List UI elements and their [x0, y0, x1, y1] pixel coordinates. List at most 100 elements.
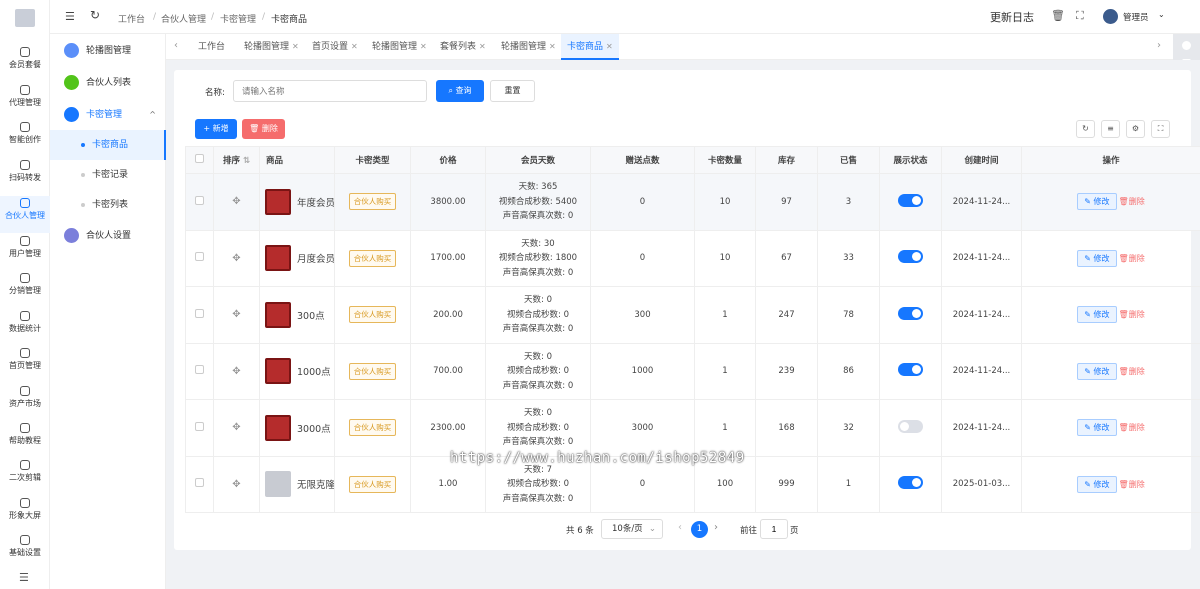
edit-button[interactable]: ✎ 修改 — [1077, 475, 1117, 493]
rail-item-10[interactable]: 帮助教程 — [0, 421, 50, 458]
user-name[interactable]: 管理员 — [1123, 11, 1149, 23]
collapse-menu-icon[interactable]: ☰ — [19, 571, 29, 584]
rail-item-9[interactable]: 资产市场 — [0, 384, 50, 421]
density-icon[interactable]: ≡ — [1101, 120, 1120, 138]
goto-label: 前往 — [740, 526, 758, 536]
batch-delete-button[interactable]: 🗑 删除 — [242, 119, 285, 139]
page-1-button[interactable]: 1 — [691, 521, 708, 538]
tab-1[interactable]: 轮播图管理 ✕ — [238, 34, 305, 60]
fullscreen-icon[interactable]: ⛶ — [1076, 9, 1084, 23]
tabs-scroll-right-icon[interactable]: › — [1157, 40, 1161, 51]
product-thumbnail — [265, 188, 291, 215]
row-checkbox[interactable] — [185, 455, 214, 513]
rail-item-0[interactable]: 会员套餐 — [0, 45, 50, 82]
tab-2[interactable]: 首页设置 ✕ — [306, 34, 364, 60]
drag-handle-icon[interactable]: ✥ — [213, 229, 260, 287]
close-icon[interactable]: ✕ — [351, 42, 358, 51]
avatar[interactable] — [1103, 9, 1118, 24]
status-toggle[interactable] — [898, 193, 923, 207]
price-cell: 700.00 — [410, 342, 486, 400]
submenu-group-card-manage[interactable]: 卡密管理 ^ — [50, 100, 166, 130]
goto-page-input[interactable] — [760, 519, 788, 539]
delete-link[interactable]: 🗑删除 — [1119, 197, 1145, 206]
tab-0[interactable]: 工作台 — [192, 34, 231, 60]
name-search-input[interactable] — [233, 80, 427, 102]
column-settings-icon[interactable]: ⚙ — [1126, 120, 1145, 138]
close-icon[interactable]: ✕ — [549, 42, 556, 51]
name-label: 名称: — [205, 88, 225, 98]
tabs-scroll-left-icon[interactable]: ‹ — [174, 40, 178, 51]
col-sort[interactable]: 排序 ⇅ — [213, 146, 260, 174]
close-icon[interactable]: ✕ — [292, 42, 299, 51]
search-button[interactable]: ⌕ 查询 — [436, 80, 484, 102]
row-checkbox[interactable] — [185, 399, 214, 457]
drag-handle-icon[interactable]: ✥ — [213, 399, 260, 457]
row-checkbox[interactable] — [185, 173, 214, 231]
status-toggle[interactable] — [898, 476, 923, 490]
submenu-item-partner-list[interactable]: 合伙人列表 — [50, 68, 166, 98]
rail-item-1[interactable]: 代理管理 — [0, 83, 50, 120]
tab-6[interactable]: 卡密商品 ✕ — [561, 34, 619, 60]
chevron-down-icon[interactable]: ⌄ — [1158, 10, 1165, 19]
table-refresh-icon[interactable]: ↻ — [1076, 120, 1095, 138]
tab-4[interactable]: 套餐列表 ✕ — [434, 34, 492, 60]
delete-link[interactable]: 🗑删除 — [1119, 367, 1145, 376]
submenu-item-card-records[interactable]: 卡密记录 — [50, 160, 166, 190]
refresh-icon[interactable]: ↻ — [90, 8, 100, 22]
drag-handle-icon[interactable]: ✥ — [213, 286, 260, 344]
collapse-toolbar-icon[interactable] — [1173, 38, 1200, 51]
menu-fold-icon[interactable]: ☰ — [65, 10, 75, 23]
reset-button[interactable]: 重置 — [490, 80, 535, 102]
rail-item-3[interactable]: 扫码转发 — [0, 158, 50, 195]
delete-link[interactable]: 🗑删除 — [1119, 480, 1145, 489]
row-checkbox[interactable] — [185, 342, 214, 400]
trash-icon[interactable]: 🗑 — [1051, 9, 1065, 22]
rail-item-11[interactable]: 二次剪辑 — [0, 458, 50, 495]
breadcrumb-2[interactable]: 卡密管理 — [220, 12, 256, 25]
breadcrumb-0[interactable]: 工作台 — [118, 12, 145, 25]
status-toggle[interactable] — [898, 250, 923, 264]
status-toggle[interactable] — [898, 363, 923, 377]
edit-button[interactable]: ✎ 修改 — [1077, 306, 1117, 324]
rail-item-6[interactable]: 分销管理 — [0, 271, 50, 308]
table-fullscreen-icon[interactable]: ⛶ — [1151, 120, 1170, 138]
drag-handle-icon[interactable]: ✥ — [213, 342, 260, 400]
row-checkbox[interactable] — [185, 229, 214, 287]
select-all-checkbox[interactable] — [185, 146, 214, 174]
delete-link[interactable]: 🗑删除 — [1119, 254, 1145, 263]
next-page-icon[interactable]: › — [714, 522, 718, 533]
changelog-link[interactable]: 更新日志 — [990, 9, 1034, 25]
drag-handle-icon[interactable]: ✥ — [213, 455, 260, 513]
edit-button[interactable]: ✎ 修改 — [1077, 193, 1117, 211]
tab-5[interactable]: 轮播图管理 ✕ — [495, 34, 562, 60]
rail-item-13[interactable]: 基础设置 — [0, 533, 50, 570]
rail-item-12[interactable]: 形象大屏 — [0, 496, 50, 533]
close-icon[interactable]: ✕ — [606, 42, 613, 51]
rail-item-4[interactable]: 合伙人管理 — [0, 196, 50, 233]
rail-item-8[interactable]: 首页管理 — [0, 346, 50, 383]
breadcrumb-1[interactable]: 合伙人管理 — [161, 12, 206, 25]
submenu-item-card-goods[interactable]: 卡密商品 — [50, 130, 166, 160]
prev-page-icon[interactable]: ‹ — [678, 522, 682, 533]
status-toggle[interactable] — [898, 419, 923, 433]
tab-3[interactable]: 轮播图管理 ✕ — [366, 34, 433, 60]
page-size-select[interactable]: 10条/页 ⌄ — [601, 519, 663, 539]
rail-item-5[interactable]: 用户管理 — [0, 234, 50, 271]
col-status: 展示状态 — [879, 146, 942, 174]
delete-link[interactable]: 🗑删除 — [1119, 310, 1145, 319]
edit-button[interactable]: ✎ 修改 — [1077, 362, 1117, 380]
status-toggle[interactable] — [898, 306, 923, 320]
add-button[interactable]: + 新增 — [195, 119, 237, 139]
row-checkbox[interactable] — [185, 286, 214, 344]
rail-item-7[interactable]: 数据统计 — [0, 309, 50, 346]
delete-link[interactable]: 🗑删除 — [1119, 423, 1145, 432]
edit-button[interactable]: ✎ 修改 — [1077, 419, 1117, 437]
submenu-item-partner-settings[interactable]: 合伙人设置 — [50, 221, 166, 251]
close-icon[interactable]: ✕ — [420, 42, 427, 51]
close-icon[interactable]: ✕ — [479, 42, 486, 51]
rail-item-2[interactable]: 智能创作 — [0, 120, 50, 157]
edit-button[interactable]: ✎ 修改 — [1077, 249, 1117, 267]
submenu-item-carousel[interactable]: 轮播图管理 — [50, 36, 166, 66]
drag-handle-icon[interactable]: ✥ — [213, 173, 260, 231]
submenu-item-card-list[interactable]: 卡密列表 — [50, 190, 166, 220]
